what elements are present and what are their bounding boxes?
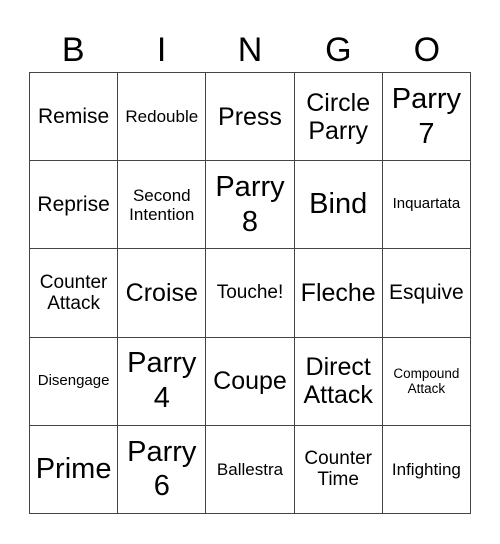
bingo-cell-label: Esquive	[389, 281, 464, 305]
bingo-cell-label: Parry 6	[127, 435, 197, 503]
bingo-cell[interactable]: Inquartata	[382, 161, 471, 250]
bingo-cell-label: Inquartata	[392, 195, 461, 213]
bingo-cell-label: Press	[218, 102, 282, 131]
bingo-cell-label: Prime	[35, 452, 112, 485]
header-letter-n: N	[237, 31, 263, 69]
bingo-cell-label: Circle Parry	[306, 88, 371, 145]
bingo-cell-label: Ballestra	[216, 459, 284, 479]
bingo-header: B I N G O	[29, 28, 471, 72]
header-letter-g: G	[325, 31, 352, 69]
bingo-cell-label: Reprise	[37, 193, 110, 217]
bingo-cell[interactable]: Parry 8	[206, 161, 295, 250]
bingo-cell-label: Disengage	[37, 371, 110, 389]
bingo-cell-label: Counter Time	[304, 448, 372, 491]
bingo-cell-label: Parry 7	[391, 82, 462, 150]
bingo-cell-label: Counter Attack	[39, 271, 108, 314]
bingo-cell-label: Touche!	[216, 282, 284, 304]
bingo-cell[interactable]: Croise	[118, 249, 207, 338]
bingo-cell-label: Coupe	[213, 367, 287, 396]
bingo-cell-label: Direct Attack	[303, 353, 373, 410]
bingo-cell[interactable]: Coupe	[206, 337, 295, 426]
bingo-cell[interactable]: Esquive	[382, 249, 471, 338]
bingo-cell[interactable]: Circle Parry	[294, 73, 383, 162]
bingo-cell[interactable]: Redouble	[118, 73, 207, 162]
bingo-cell[interactable]: Touche!	[206, 249, 295, 338]
bingo-cell[interactable]: Reprise	[30, 161, 119, 250]
header-letter-o: O	[413, 31, 441, 69]
bingo-cell[interactable]: Prime	[30, 425, 119, 514]
bingo-cell-label: Parry 4	[127, 347, 197, 415]
bingo-cell-label: Infighting	[391, 459, 461, 479]
bingo-cell[interactable]: Press	[206, 73, 295, 162]
bingo-cell[interactable]: Counter Attack	[30, 249, 119, 338]
bingo-cell[interactable]: Direct Attack	[294, 337, 383, 426]
bingo-cell-label: Croise	[125, 278, 198, 307]
bingo-cell[interactable]: Counter Time	[294, 425, 383, 514]
bingo-cell-label: Bind	[309, 188, 368, 221]
bingo-cell[interactable]: Fleche	[294, 249, 383, 338]
bingo-cell[interactable]: Remise	[30, 73, 119, 162]
header-letter-b: B	[61, 31, 85, 69]
bingo-cell[interactable]: Parry 7	[382, 73, 471, 162]
header-letter-i: I	[156, 31, 167, 69]
bingo-cell-label: Remise	[38, 104, 110, 128]
bingo-cell[interactable]: Parry 4	[118, 337, 207, 426]
bingo-cell-label: Redouble	[125, 107, 199, 127]
bingo-cell[interactable]: Parry 6	[118, 425, 207, 514]
bingo-cell[interactable]: Ballestra	[206, 425, 295, 514]
bingo-cell[interactable]: Compound Attack	[382, 337, 471, 426]
bingo-cell[interactable]: Bind	[294, 161, 383, 250]
bingo-cell[interactable]: Second Intention	[118, 161, 207, 250]
bingo-cell[interactable]: Infighting	[382, 425, 471, 514]
bingo-cell-label: Fleche	[300, 278, 376, 307]
bingo-cell-label: Second Intention	[129, 185, 195, 224]
bingo-cell-label: Parry 8	[215, 170, 285, 238]
bingo-cell[interactable]: Disengage	[30, 337, 119, 426]
bingo-cell-label: Compound Attack	[393, 366, 460, 397]
bingo-card-grid: Remise Redouble Press Circle Parry Parry 7 Re…	[29, 72, 471, 514]
